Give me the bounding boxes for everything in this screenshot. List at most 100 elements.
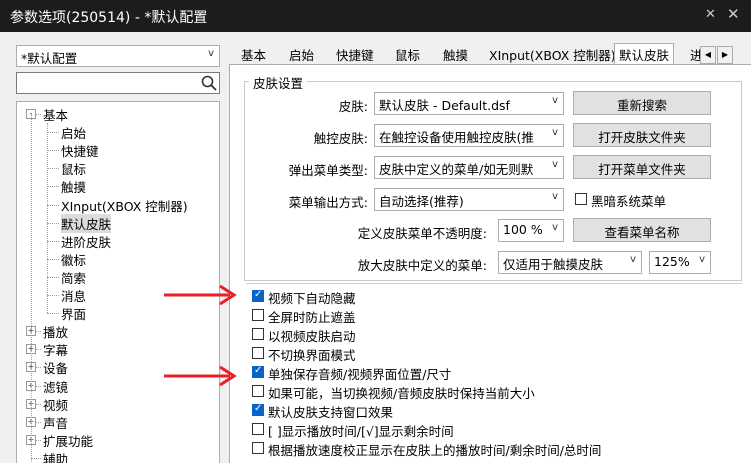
- tree-item[interactable]: 徽标: [61, 250, 86, 269]
- close-icon[interactable]: ✕: [727, 5, 740, 23]
- checkbox-box[interactable]: [252, 442, 264, 454]
- tab-advanced-skin[interactable]: 进: [690, 45, 700, 64]
- tab-touch[interactable]: 触摸: [443, 45, 468, 64]
- checkbox-box[interactable]: [252, 328, 264, 340]
- profile-combo[interactable]: *默认配置 v: [16, 45, 220, 67]
- zoom-menu-label: 放大皮肤中定义的菜单:: [357, 258, 487, 273]
- open-menu-folder-button[interactable]: 打开菜单文件夹: [573, 155, 711, 179]
- checkbox-box[interactable]: [252, 365, 264, 378]
- skin-select-value: 默认皮肤 - Default.dsf: [379, 98, 510, 113]
- group-title: 皮肤设置: [249, 73, 308, 92]
- tree-connector: [47, 276, 59, 278]
- zoom-menu-value: 仅适用于触摸皮肤: [503, 257, 604, 272]
- tree-connector: [47, 123, 48, 313]
- tab-default-skin[interactable]: 默认皮肤: [614, 43, 675, 65]
- tab-basic[interactable]: 基本: [241, 45, 266, 64]
- tree-item[interactable]: 触摸: [61, 177, 86, 196]
- skin-label: 皮肤:: [338, 99, 368, 114]
- pin-icon[interactable]: ✕: [705, 7, 716, 22]
- checkbox-box[interactable]: [252, 385, 264, 397]
- touch-skin-select[interactable]: 在触控设备使用触控皮肤(推 v: [374, 124, 564, 147]
- skin-select[interactable]: 默认皮肤 - Default.dsf v: [374, 92, 564, 115]
- refresh-button[interactable]: 重新搜索: [573, 91, 711, 115]
- tree-connector: [31, 457, 41, 459]
- open-skin-folder-button[interactable]: 打开皮肤文件夹: [573, 123, 711, 147]
- tree-item[interactable]: 消息: [61, 286, 86, 305]
- view-menu-names-button[interactable]: 查看菜单名称: [573, 218, 711, 242]
- tree-item[interactable]: 快捷键: [61, 141, 99, 160]
- tab-scroll-left-icon[interactable]: ◀: [700, 46, 716, 64]
- tree-item[interactable]: 进阶皮肤: [61, 232, 111, 251]
- tree-item[interactable]: 扩展功能: [43, 431, 93, 450]
- chevron-down-icon: v: [552, 127, 558, 138]
- popup-menu-type-select[interactable]: 皮肤中定义的菜单/如无则默 v: [374, 156, 564, 179]
- dark-menu-checkbox-label: 黑暗系统菜单: [591, 194, 667, 209]
- tree-connector: [47, 222, 59, 224]
- tree-connector: [31, 114, 32, 463]
- tree-item[interactable]: 界面: [61, 304, 86, 323]
- tree-connector: [47, 204, 59, 206]
- tree-connector: [47, 258, 59, 260]
- tree-item[interactable]: 声音: [43, 413, 68, 432]
- tree-connector: [47, 240, 59, 242]
- opacity-label: 定义皮肤菜单不透明度:: [357, 226, 487, 241]
- checkbox-label: 如果可能，当切换视频/音频皮肤时保持当前大小: [268, 386, 535, 401]
- tree-item[interactable]: 辅助: [43, 449, 68, 463]
- tab-mouse[interactable]: 鼠标: [395, 45, 420, 64]
- tab-startup[interactable]: 启始: [289, 45, 314, 64]
- tab-xinput[interactable]: XInput(XBOX 控制器): [489, 45, 616, 64]
- tree-item[interactable]: 视频: [43, 395, 68, 414]
- tree-item[interactable]: 播放: [43, 322, 68, 341]
- tree-item[interactable]: 启始: [61, 123, 86, 142]
- zoom-percent-select[interactable]: 125% v: [649, 251, 711, 274]
- popup-menu-type-label: 弹出菜单类型:: [288, 163, 368, 178]
- touch-skin-select-value: 在触控设备使用触控皮肤(推: [379, 130, 534, 145]
- checkbox-box[interactable]: [252, 289, 264, 302]
- checkbox-label: 视频下自动隐藏: [268, 291, 356, 306]
- opacity-value: 100 %: [503, 222, 543, 237]
- divider: [246, 283, 742, 284]
- tree-connector: [47, 132, 59, 134]
- menu-output-value: 自动选择(推荐): [379, 194, 464, 209]
- tree-item[interactable]: 简索: [61, 268, 86, 287]
- chevron-down-icon: v: [699, 254, 705, 265]
- profile-combo-value: *默认配置: [21, 51, 78, 66]
- checkbox-label: [ ]显示播放时间/[√]显示剩余时间: [268, 424, 454, 439]
- tree-item[interactable]: 设备: [43, 358, 68, 377]
- chevron-down-icon: v: [208, 48, 214, 59]
- chevron-down-icon: v: [630, 254, 636, 265]
- dark-menu-checkbox-box[interactable]: [575, 193, 587, 205]
- tree-item[interactable]: XInput(XBOX 控制器): [61, 196, 188, 215]
- tree-item[interactable]: 基本: [43, 105, 68, 124]
- tree-item[interactable]: 默认皮肤: [61, 213, 112, 233]
- tree-item[interactable]: 鼠标: [61, 159, 86, 178]
- tree-item[interactable]: 滤镜: [43, 377, 68, 396]
- search-input[interactable]: [16, 72, 220, 94]
- opacity-select[interactable]: 100 % v: [498, 219, 564, 242]
- checkbox-box[interactable]: [252, 403, 264, 416]
- tree-connector: [47, 295, 59, 296]
- search-icon[interactable]: [201, 75, 217, 91]
- arrow-annotation-1: [164, 284, 237, 306]
- zoom-menu-select[interactable]: 仅适用于触摸皮肤 v: [498, 251, 642, 274]
- checkbox-box[interactable]: [252, 309, 264, 321]
- touch-skin-label: 触控皮肤:: [313, 131, 368, 146]
- chevron-down-icon: v: [552, 95, 558, 106]
- tab-shortcuts[interactable]: 快捷键: [336, 45, 374, 64]
- checkbox-label: 根据播放速度校正显示在皮肤上的播放时间/剩余时间/总时间: [268, 443, 602, 458]
- chevron-down-icon: v: [552, 222, 558, 233]
- checkbox-box[interactable]: [252, 347, 264, 359]
- checkbox-box[interactable]: [252, 423, 264, 435]
- chevron-down-icon: v: [552, 191, 558, 202]
- tree-item[interactable]: 字幕: [43, 340, 68, 359]
- checkbox-label: 默认皮肤支持窗口效果: [268, 405, 394, 420]
- zoom-percent-value: 125%: [654, 254, 690, 269]
- checkbox-label: 全屏时防止遮盖: [268, 310, 356, 325]
- checkbox-label: 以视频皮肤启动: [268, 329, 356, 344]
- popup-menu-type-value: 皮肤中定义的菜单/如无则默: [379, 162, 534, 177]
- tree-connector: [47, 313, 59, 315]
- menu-output-select[interactable]: 自动选择(推荐) v: [374, 188, 564, 211]
- tab-scroll-right-icon[interactable]: ▶: [717, 46, 733, 64]
- tree-connector: [47, 186, 59, 188]
- preferences-window: 参数选项(250514) - *默认配置 ✕ ✕ *默认配置 v 基本 - 启始 快捷…: [0, 0, 751, 463]
